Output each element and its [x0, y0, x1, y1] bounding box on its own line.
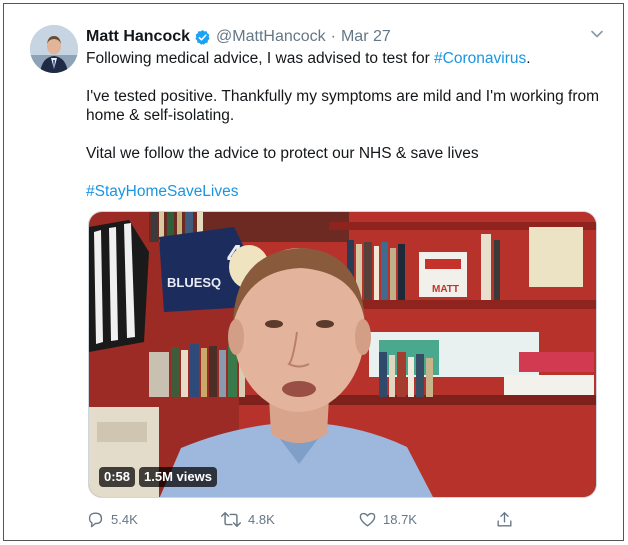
tweet-date[interactable]: Mar 27 — [341, 28, 391, 46]
avatar[interactable] — [30, 25, 78, 73]
tweet: Matt Hancock @MattHancock · Mar 27 Follo… — [4, 4, 623, 540]
video-frame: MATT BLUESQ — [89, 212, 596, 497]
tweet-card: Matt Hancock @MattHancock · Mar 27 Follo… — [3, 3, 624, 541]
box-label: MATT — [432, 284, 459, 295]
tweet-header: Matt Hancock @MattHancock · Mar 27 — [86, 26, 391, 48]
video-views: 1.5M views — [139, 467, 217, 487]
reply-icon — [86, 510, 105, 529]
retweet-icon — [220, 510, 242, 529]
retweet-count: 4.8K — [248, 511, 275, 527]
jersey-text: BLUESQ — [167, 275, 221, 290]
tweet-line-1: Following medical advice, I was advised … — [86, 49, 601, 68]
like-button[interactable]: 18.7K — [358, 510, 417, 529]
video-duration: 0:58 — [99, 467, 136, 487]
display-name[interactable]: Matt Hancock — [86, 28, 190, 46]
chevron-down-icon — [590, 27, 604, 46]
tweet-line-1-end: . — [526, 50, 531, 67]
tweet-actions: 5.4K 4.8K 18.7K — [86, 507, 526, 531]
hashtag-coronavirus[interactable]: #Coronavirus — [434, 50, 526, 67]
verified-badge-icon — [194, 29, 211, 46]
handle[interactable]: @MattHancock — [216, 28, 326, 46]
retweet-button[interactable]: 4.8K — [220, 510, 275, 529]
video-player[interactable]: MATT BLUESQ 0:58 1.5M views — [88, 211, 597, 498]
tweet-menu-button[interactable] — [587, 26, 607, 46]
reply-button[interactable]: 5.4K — [86, 510, 138, 529]
reply-count: 5.4K — [111, 511, 138, 527]
tweet-paragraph-3: Vital we follow the advice to protect ou… — [86, 145, 479, 162]
tweet-paragraph-2: I've tested positive. Thankfully my symp… — [86, 88, 600, 124]
like-count: 18.7K — [383, 511, 417, 527]
video-badges: 0:58 1.5M views — [99, 467, 217, 487]
hashtag-stayhomesavelives[interactable]: #StayHomeSaveLives — [86, 183, 239, 200]
separator-dot: · — [330, 28, 336, 45]
like-icon — [358, 510, 377, 529]
share-icon — [495, 510, 514, 529]
tweet-line-1-text: Following medical advice, I was advised … — [86, 50, 435, 67]
share-button[interactable] — [495, 510, 514, 529]
tweet-text: Following medical advice, I was advised … — [86, 49, 601, 201]
